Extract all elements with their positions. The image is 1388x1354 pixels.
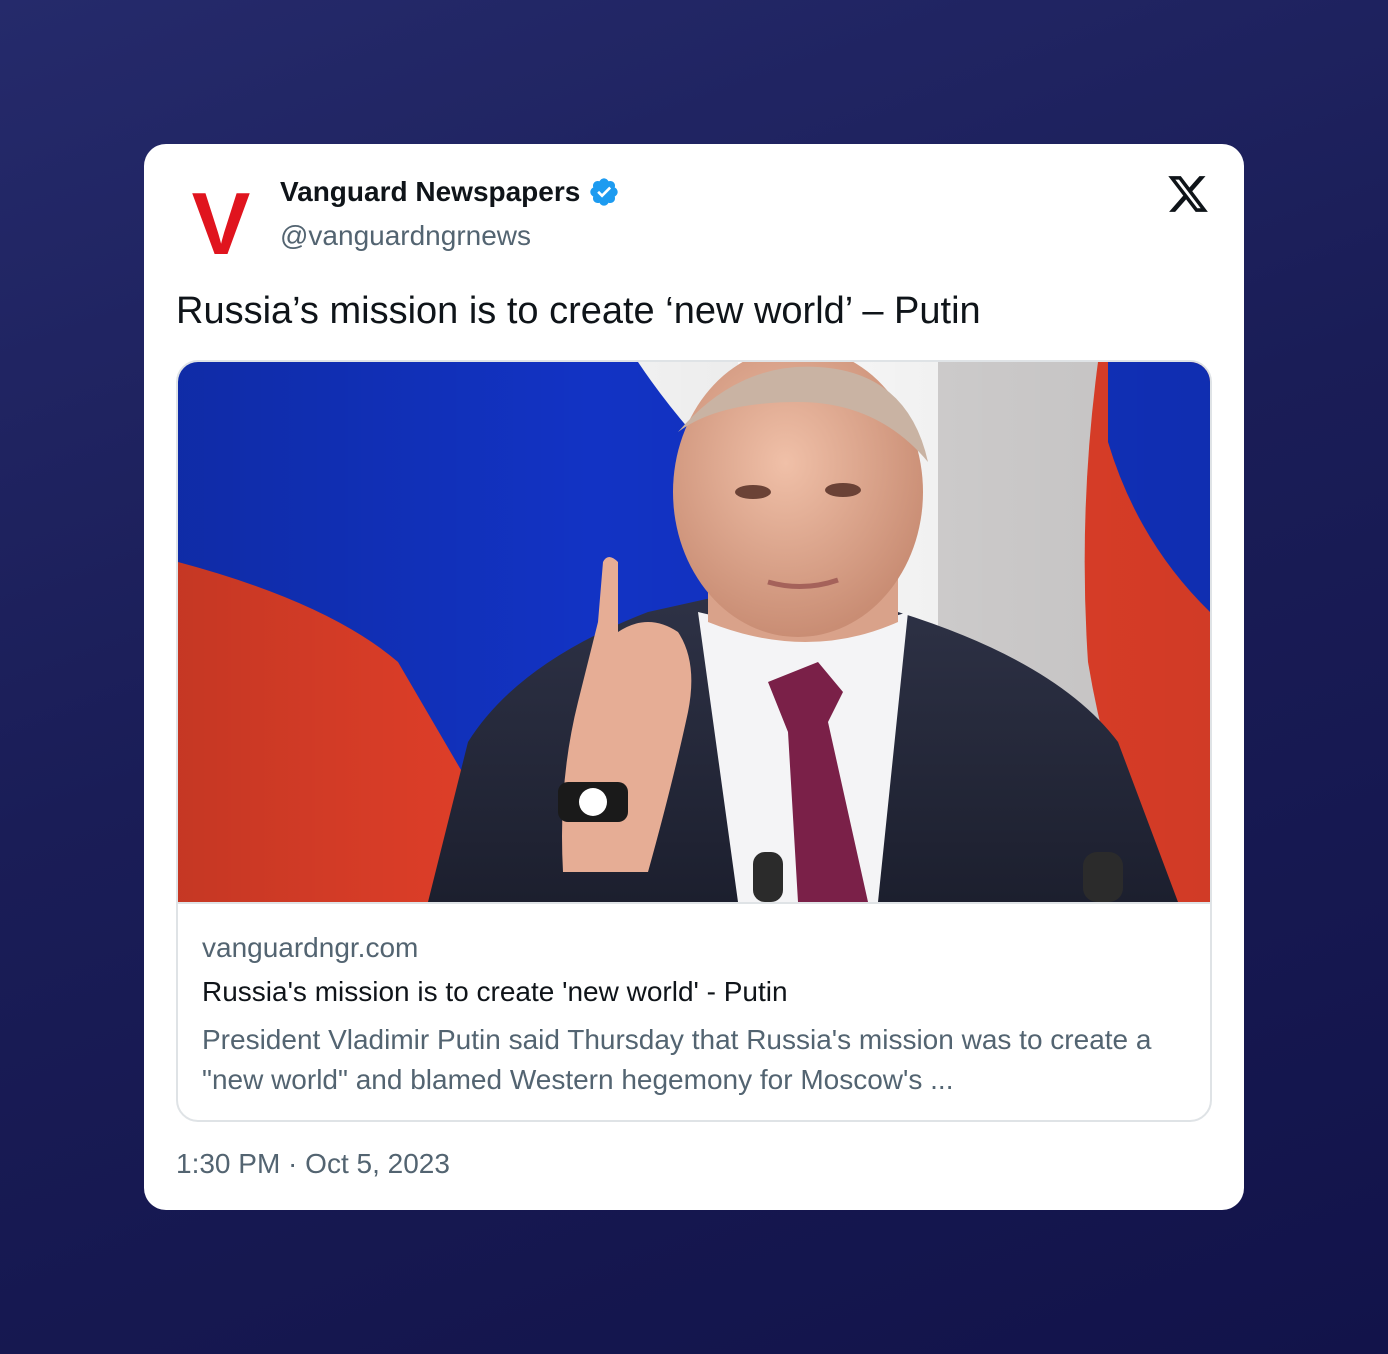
link-domain[interactable]: vanguardngr.com: [202, 932, 418, 964]
tweet-text: Russia’s mission is to create ‘new world…: [176, 290, 981, 332]
tweet-card: V Vanguard Newspapers @vanguardngrnews R…: [144, 144, 1244, 1210]
link-card-divider: [178, 902, 1210, 904]
x-logo-icon[interactable]: [1166, 172, 1210, 216]
news-photo-image[interactable]: [178, 362, 1210, 902]
tweet-timestamp[interactable]: 1:30 PM · Oct 5, 2023: [176, 1148, 450, 1180]
author-name[interactable]: Vanguard Newspapers: [280, 176, 580, 208]
link-title[interactable]: Russia's mission is to create 'new world…: [202, 976, 788, 1008]
link-preview-card[interactable]: vanguardngr.com Russia's mission is to c…: [176, 360, 1212, 1122]
avatar-letter: V: [192, 174, 251, 264]
author-handle[interactable]: @vanguardngrnews: [280, 220, 531, 252]
author-name-row[interactable]: Vanguard Newspapers: [280, 176, 620, 208]
link-description[interactable]: President Vladimir Putin said Thursday t…: [202, 1020, 1162, 1100]
vanguard-avatar-icon[interactable]: V: [176, 174, 266, 264]
verified-badge-icon: [590, 178, 619, 206]
